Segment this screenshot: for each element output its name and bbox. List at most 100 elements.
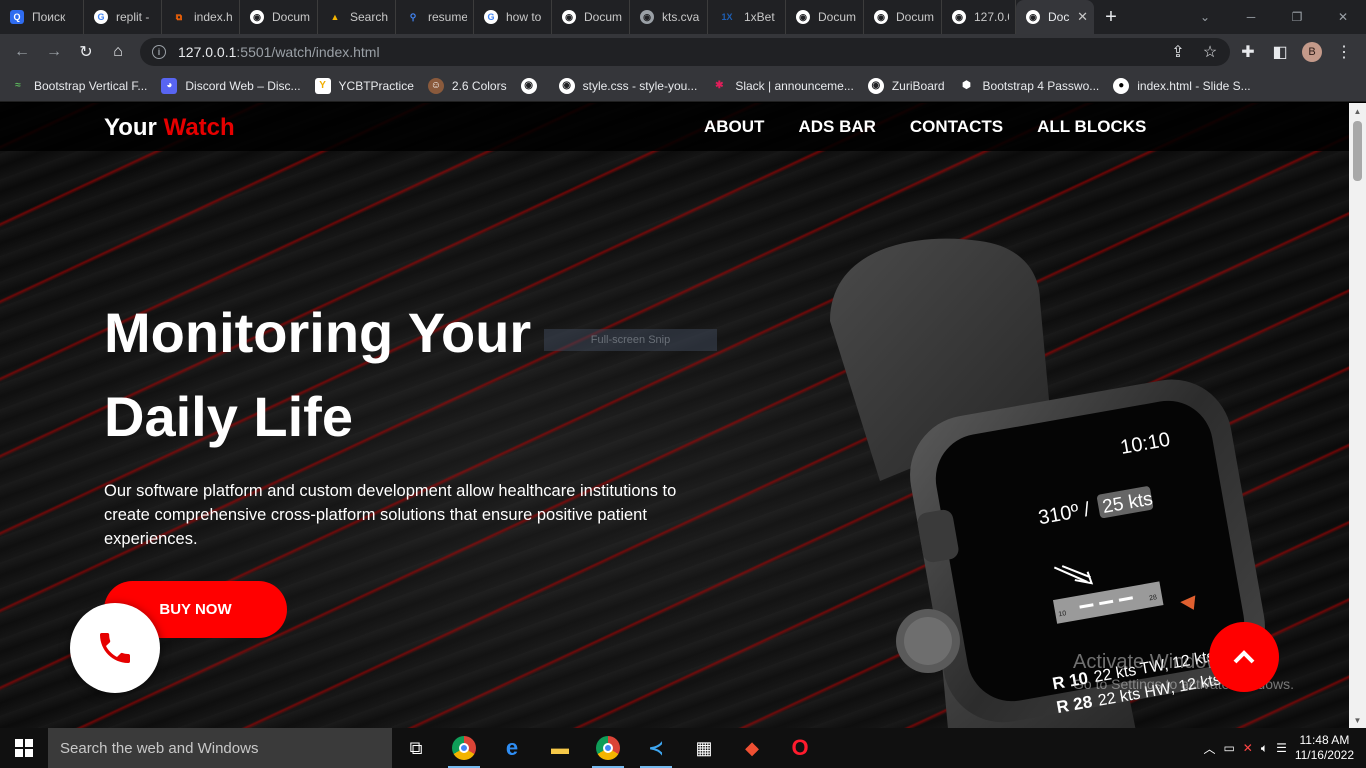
browser-tab[interactable]: Q Поиск	[0, 0, 84, 34]
bootstrap-icon: ≈	[15, 80, 21, 91]
nav-all-blocks[interactable]: ALL BLOCKS	[1037, 117, 1146, 137]
drive-icon: ▲	[330, 12, 340, 22]
browser-tab[interactable]: ◉ Docum	[786, 0, 864, 34]
bookmark-item[interactable]: ◉ style.css - style-you...	[558, 77, 697, 94]
bookmark-item[interactable]: ◉	[520, 77, 545, 94]
nav-ads-bar[interactable]: ADS BAR	[798, 117, 875, 137]
home-icon[interactable]: ⌂	[102, 36, 134, 68]
extensions-icon[interactable]: ✚	[1232, 36, 1264, 68]
site-header: Your Watch ABOUT ADS BAR CONTACTS ALL BL…	[0, 103, 1349, 151]
menu-icon[interactable]: ⋮	[1328, 36, 1360, 68]
notifications-icon[interactable]: ☰	[1276, 741, 1287, 755]
git-icon[interactable]: ◆	[728, 728, 776, 768]
store-icon[interactable]: ▦	[680, 728, 728, 768]
close-tab-icon[interactable]: ✕	[1077, 9, 1088, 25]
call-button[interactable]	[70, 603, 160, 693]
browser-tab[interactable]: 1X 1xBet	[708, 0, 786, 34]
browser-tab[interactable]: ⚲ resume	[396, 0, 474, 34]
bookmark-item[interactable]: ◉ ZuriBoard	[867, 77, 945, 94]
task-view-icon[interactable]: ⧉	[392, 728, 440, 768]
volume-icon[interactable]: 🔈︎	[1261, 741, 1268, 756]
taskbar-search[interactable]: Search the web and Windows	[48, 728, 392, 768]
phone-icon	[100, 633, 130, 663]
main-nav: ABOUT ADS BAR CONTACTS ALL BLOCKS	[704, 117, 1180, 137]
runway-left-number: 10	[1058, 610, 1067, 618]
share-icon[interactable]: ⇪	[1162, 36, 1194, 68]
address-bar[interactable]: i 127.0.0.1:5501/watch/index.html	[140, 38, 1230, 66]
scroll-up-arrow-icon[interactable]: ▲	[1349, 103, 1366, 119]
browser-tab[interactable]: ⧉ index.h	[162, 0, 240, 34]
page-viewport: Your Watch ABOUT ADS BAR CONTACTS ALL BL…	[0, 103, 1349, 728]
bookmark-item[interactable]: ◕ Discord Web – Disc...	[161, 77, 301, 94]
chevron-up-icon[interactable]: ︿	[1203, 740, 1215, 757]
info-icon[interactable]: i	[152, 45, 166, 59]
1xbet-icon: 1X	[721, 12, 733, 22]
network-icon[interactable]: ✕	[1243, 741, 1253, 755]
replit-icon: ⧉	[175, 11, 183, 22]
browser-tab[interactable]: ◉ Docum	[240, 0, 318, 34]
reload-icon[interactable]: ↻	[70, 36, 102, 68]
chrome-icon[interactable]	[440, 728, 488, 768]
windows-logo-icon	[15, 739, 33, 757]
browser-tab-active[interactable]: ◉ Doc ✕	[1016, 0, 1094, 34]
bookmark-item[interactable]: ● index.html - Slide S...	[1113, 77, 1251, 94]
battery-icon[interactable]: ▭	[1223, 741, 1234, 755]
bookmark-star-icon[interactable]: ☆	[1194, 36, 1226, 68]
bookmark-item[interactable]: ⬢ Bootstrap 4 Passwo...	[959, 78, 1099, 94]
opera-icon[interactable]: O	[776, 728, 824, 768]
globe-icon: ◉	[640, 10, 654, 24]
logo-main: Your	[104, 114, 157, 141]
browser-tab[interactable]: G how to	[474, 0, 552, 34]
minimize-icon[interactable]: ─	[1228, 0, 1274, 34]
bookmark-item[interactable]: ☺ 2.6 Colors	[427, 77, 507, 94]
side-panel-icon[interactable]: ◧	[1264, 36, 1296, 68]
file-explorer-icon[interactable]: ▬	[536, 728, 584, 768]
bookmark-item[interactable]: ≈ Bootstrap Vertical F...	[10, 78, 147, 94]
back-icon[interactable]: ←	[6, 36, 38, 68]
site-logo[interactable]: Your Watch	[104, 114, 235, 142]
scroll-to-top-button[interactable]	[1209, 622, 1279, 692]
clock-date: 11/16/2022	[1294, 748, 1354, 762]
browser-tab[interactable]: ◉ 127.0.0	[942, 0, 1016, 34]
vscode-icon[interactable]: ≺	[632, 728, 680, 768]
bookmark-item[interactable]: Y YCBTPractice	[314, 77, 414, 94]
browser-tab[interactable]: G replit -	[84, 0, 162, 34]
close-window-icon[interactable]: ✕	[1320, 0, 1366, 34]
edge-icon[interactable]: e	[488, 728, 536, 768]
browser-tab[interactable]: ◉ Docum	[864, 0, 942, 34]
start-button[interactable]	[0, 728, 48, 768]
runway-right-number: 28	[1149, 594, 1158, 602]
scrollbar-thumb[interactable]	[1353, 121, 1362, 181]
github-icon: ●	[1113, 77, 1130, 94]
browser-tab[interactable]: ◉ kts.cva	[630, 0, 708, 34]
bookmark-item[interactable]: ✱ Slack | announceme...	[711, 78, 854, 94]
browser-tab[interactable]: ▲ Search	[318, 0, 396, 34]
new-tab-button[interactable]: +	[1094, 6, 1128, 29]
chrome-profile-icon[interactable]	[584, 728, 632, 768]
yandex-icon: Q	[10, 10, 24, 24]
nav-contacts[interactable]: CONTACTS	[910, 117, 1003, 137]
avatar-icon: ☺	[427, 77, 444, 94]
restore-icon[interactable]: ❐	[1274, 0, 1320, 34]
globe-icon: ◉	[1026, 10, 1040, 24]
slack-icon: ✱	[715, 80, 724, 91]
google-icon: G	[94, 10, 108, 24]
snip-label: Full-screen Snip	[544, 329, 717, 351]
yc-icon: Y	[314, 77, 331, 94]
nav-about[interactable]: ABOUT	[704, 117, 764, 137]
page-scrollbar[interactable]: ▲ ▼	[1349, 103, 1366, 728]
browser-tab[interactable]: ◉ Docum	[552, 0, 630, 34]
globe-icon: ◉	[558, 77, 575, 94]
forward-icon[interactable]: →	[38, 36, 70, 68]
windows-taskbar: Search the web and Windows ⧉ e ▬ ≺ ▦ ◆ O…	[0, 728, 1366, 768]
scroll-down-arrow-icon[interactable]: ▼	[1349, 712, 1366, 728]
taskbar-clock[interactable]: 11:48 AM 11/16/2022	[1295, 733, 1354, 763]
google-icon: G	[484, 10, 498, 24]
hero-title-line2: Daily Life	[104, 385, 353, 448]
globe-icon: ◉	[867, 77, 884, 94]
clock-time: 11:48 AM	[1299, 733, 1350, 747]
profile-avatar[interactable]: B	[1296, 36, 1328, 68]
globe-icon: ◉	[952, 10, 966, 24]
hero-title: Monitoring Your Daily Life	[104, 291, 624, 459]
tab-search-icon[interactable]: ⌄	[1182, 0, 1228, 34]
